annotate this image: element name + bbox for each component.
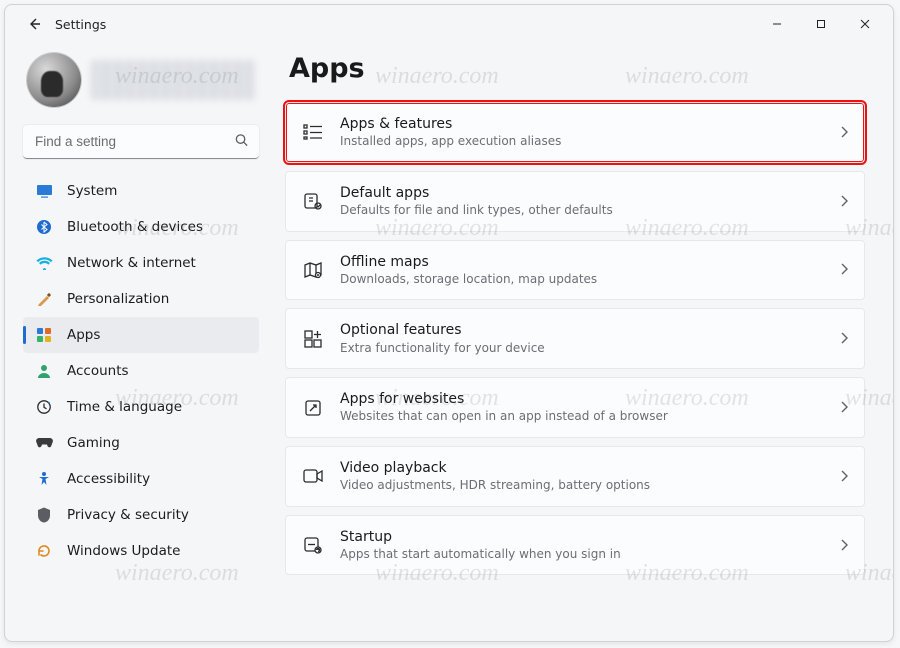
maximize-button[interactable]: [799, 9, 843, 39]
chevron-right-icon: [840, 536, 848, 555]
card-title: Startup: [340, 528, 824, 546]
sidebar-item-label: Windows Update: [67, 543, 180, 559]
sidebar-item-time[interactable]: Time & language: [23, 389, 259, 425]
sidebar-item-system[interactable]: System: [23, 173, 259, 209]
window-title: Settings: [55, 17, 106, 32]
brush-icon: [35, 290, 53, 308]
sidebar-item-label: Personalization: [67, 291, 169, 307]
sidebar-item-update[interactable]: Windows Update: [23, 533, 259, 569]
card-title: Video playback: [340, 459, 824, 477]
chevron-right-icon: [840, 123, 848, 142]
sidebar-item-label: Accounts: [67, 363, 129, 379]
maximize-icon: [816, 19, 826, 29]
card-video-playback[interactable]: Video playback Video adjustments, HDR st…: [285, 446, 865, 507]
search-input[interactable]: [23, 125, 259, 159]
wifi-icon: [35, 254, 53, 272]
sidebar-item-bluetooth[interactable]: Bluetooth & devices: [23, 209, 259, 245]
sidebar-item-gaming[interactable]: Gaming: [23, 425, 259, 461]
card-apps-for-websites[interactable]: Apps for websites Websites that can open…: [285, 377, 865, 438]
page-title: Apps: [289, 53, 865, 84]
card-sub: Defaults for file and link types, other …: [340, 203, 824, 219]
minimize-icon: [772, 19, 782, 29]
card-sub: Extra functionality for your device: [340, 341, 824, 357]
system-icon: [35, 182, 53, 200]
card-default-apps[interactable]: Default apps Defaults for file and link …: [285, 171, 865, 232]
video-icon: [302, 465, 324, 487]
sidebar-item-apps[interactable]: Apps: [23, 317, 259, 353]
map-icon: [302, 259, 324, 281]
card-apps-features[interactable]: Apps & features Installed apps, app exec…: [285, 102, 865, 163]
sidebar-item-accessibility[interactable]: Accessibility: [23, 461, 259, 497]
person-icon: [35, 362, 53, 380]
close-button[interactable]: [843, 9, 887, 39]
clock-icon: [35, 398, 53, 416]
card-title: Apps & features: [340, 115, 824, 133]
card-optional-features[interactable]: Optional features Extra functionality fo…: [285, 308, 865, 369]
card-sub: Downloads, storage location, map updates: [340, 272, 824, 288]
card-offline-maps[interactable]: Offline maps Downloads, storage location…: [285, 240, 865, 301]
sidebar-item-label: Time & language: [67, 399, 182, 415]
sidebar-item-label: Privacy & security: [67, 507, 189, 523]
back-button[interactable]: [19, 9, 49, 39]
sidebar-nav: System Bluetooth & devices Network & int…: [23, 173, 259, 569]
user-block[interactable]: [23, 51, 259, 117]
sidebar-item-network[interactable]: Network & internet: [23, 245, 259, 281]
sidebar-item-accounts[interactable]: Accounts: [23, 353, 259, 389]
back-arrow-icon: [26, 16, 42, 32]
apps-icon: [35, 326, 53, 344]
chevron-right-icon: [840, 467, 848, 486]
card-title: Apps for websites: [340, 390, 824, 408]
window-controls: [755, 9, 887, 39]
search-icon: [234, 133, 249, 152]
content-area: System Bluetooth & devices Network & int…: [5, 43, 893, 641]
card-title: Default apps: [340, 184, 824, 202]
avatar: [27, 53, 81, 107]
card-sub: Apps that start automatically when you s…: [340, 547, 824, 563]
sidebar: System Bluetooth & devices Network & int…: [5, 43, 267, 641]
startup-icon: [302, 534, 324, 556]
close-icon: [860, 19, 870, 29]
sidebar-item-label: Accessibility: [67, 471, 150, 487]
chevron-right-icon: [840, 398, 848, 417]
main-panel: Apps Apps & features Installed apps, app…: [267, 43, 893, 641]
update-icon: [35, 542, 53, 560]
bluetooth-icon: [35, 218, 53, 236]
sidebar-item-privacy[interactable]: Privacy & security: [23, 497, 259, 533]
shield-icon: [35, 506, 53, 524]
gamepad-icon: [35, 434, 53, 452]
weblink-icon: [302, 397, 324, 419]
chevron-right-icon: [840, 260, 848, 279]
chevron-right-icon: [840, 192, 848, 211]
sidebar-item-personalization[interactable]: Personalization: [23, 281, 259, 317]
search-wrap: [23, 125, 259, 159]
accessibility-icon: [35, 470, 53, 488]
defaults-icon: [302, 190, 324, 212]
grid-plus-icon: [302, 328, 324, 350]
sidebar-item-label: Apps: [67, 327, 100, 343]
list-icon: [302, 121, 324, 143]
card-startup[interactable]: Startup Apps that start automatically wh…: [285, 515, 865, 576]
card-sub: Websites that can open in an app instead…: [340, 409, 824, 425]
sidebar-item-label: System: [67, 183, 117, 199]
card-sub: Video adjustments, HDR streaming, batter…: [340, 478, 824, 494]
settings-window: Settings: [4, 4, 894, 642]
card-title: Optional features: [340, 321, 824, 339]
card-sub: Installed apps, app execution aliases: [340, 134, 824, 150]
sidebar-item-label: Bluetooth & devices: [67, 219, 203, 235]
sidebar-item-label: Gaming: [67, 435, 120, 451]
minimize-button[interactable]: [755, 9, 799, 39]
card-title: Offline maps: [340, 253, 824, 271]
chevron-right-icon: [840, 329, 848, 348]
sidebar-item-label: Network & internet: [67, 255, 196, 271]
user-name-redacted: [91, 60, 255, 100]
titlebar: Settings: [5, 5, 893, 43]
